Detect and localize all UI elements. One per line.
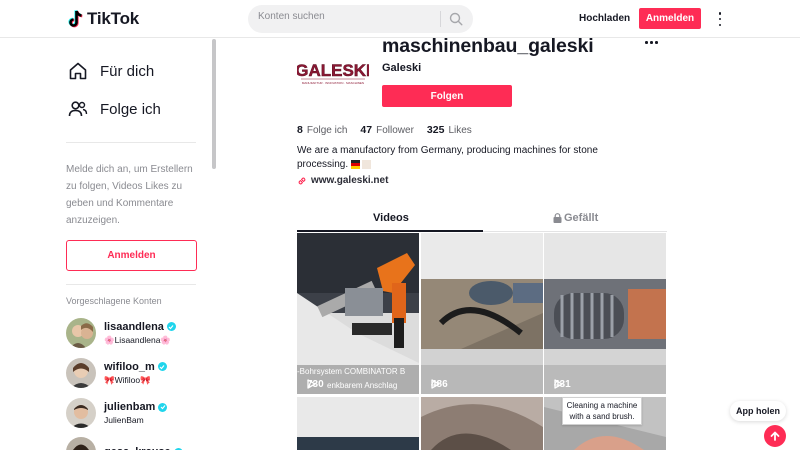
- suggested-account[interactable]: gesa_krause: [66, 437, 183, 450]
- verified-badge-icon: [166, 322, 176, 331]
- video-item[interactable]: [421, 397, 543, 450]
- avatar: [66, 318, 96, 348]
- get-app-button[interactable]: App holen: [730, 401, 786, 421]
- divider: [66, 142, 196, 143]
- profile-nickname: Galeski: [382, 62, 422, 74]
- active-tab-underline: [297, 230, 483, 232]
- video-caption: enkbarem Anschlag: [327, 381, 397, 390]
- view-count: 486: [431, 379, 448, 390]
- verified-badge-icon: [158, 402, 168, 412]
- search-bar: [248, 5, 473, 33]
- avatar: [66, 398, 96, 428]
- tab-videos[interactable]: Videos: [373, 212, 409, 224]
- lock-icon: [553, 213, 562, 223]
- account-username-row: gesa_krause: [104, 446, 183, 450]
- link-text: www.galeski.net: [311, 175, 389, 186]
- profile-logo-tagline: MANUFAKTUR · INNOVATION · MASCHINEN: [302, 81, 364, 85]
- video-caption: -Bohrsystem COMBINATOR B: [297, 367, 405, 376]
- search-button[interactable]: [446, 9, 466, 29]
- sidebar-scrollbar[interactable]: [212, 39, 216, 169]
- video-thumbnail: [421, 233, 543, 394]
- video-thumbnail: [297, 397, 419, 450]
- account-username: julienbam: [104, 401, 156, 413]
- play-icon: [431, 379, 440, 389]
- video-thumbnail: -Bohrsystem COMBINATOR B enkbarem Anschl…: [297, 233, 419, 394]
- video-item[interactable]: [297, 397, 419, 450]
- sidebar-item-label: Für dich: [100, 62, 155, 80]
- sidebar-login-button[interactable]: Anmelden: [66, 240, 197, 271]
- profile-avatar: GALESKI MANUFAKTUR · INNOVATION · MASCHI…: [295, 44, 371, 96]
- search-icon: [449, 12, 463, 26]
- account-username: gesa_krause: [104, 446, 171, 450]
- likes-count: 325 Likes: [426, 124, 472, 136]
- arrow-up-icon: [770, 431, 780, 441]
- sidebar-item-for-you[interactable]: Für dich: [68, 61, 154, 81]
- video-item[interactable]: 431: [544, 233, 666, 394]
- profile-username: maschinenbau_galeski: [382, 35, 594, 57]
- login-hint-text: Melde dich an, um Erstellern zu folgen, …: [66, 164, 193, 226]
- tab-liked-label: Gefällt: [564, 212, 599, 224]
- profile-tabs: Videos Gefällt: [297, 208, 667, 232]
- video-item[interactable]: 486: [421, 233, 543, 394]
- bio-text: We are a manufactory from Germany, produ…: [297, 145, 598, 170]
- verified-badge-icon: [157, 362, 167, 371]
- profile-logo-text: GALESKI: [297, 61, 369, 80]
- avatar: [66, 437, 96, 450]
- account-nickname: 🌸Lisaandlena🌸: [104, 334, 172, 345]
- link-icon: [298, 177, 306, 184]
- more-options-icon[interactable]: [714, 12, 726, 26]
- profile-link[interactable]: www.galeski.net: [297, 175, 388, 186]
- account-username-row: lisaandlena: [104, 321, 176, 333]
- tiktok-logo-icon: [68, 9, 83, 27]
- profile-stats: 8 Folge ich 47 Follower 325 Likes: [297, 124, 472, 136]
- view-count: 730: [307, 379, 324, 390]
- account-username-row: wifiloo_m: [104, 361, 167, 373]
- suggested-account[interactable]: julienbam JulienBam: [66, 398, 168, 428]
- account-username: lisaandlena: [104, 320, 164, 333]
- suggested-account[interactable]: lisaandlena 🌸Lisaandlena🌸: [66, 318, 176, 348]
- suggested-accounts-title: Vorgeschlagene Konten: [66, 296, 162, 306]
- sidebar-item-label: Folge ich: [100, 100, 161, 118]
- play-icon: [554, 379, 563, 389]
- view-count: 431: [554, 379, 571, 390]
- following-count[interactable]: 8 Folge ich: [297, 124, 347, 136]
- video-item[interactable]: -Bohrsystem COMBINATOR B enkbarem Anschl…: [297, 233, 419, 394]
- back-to-top-button[interactable]: [764, 425, 786, 447]
- profile-more-icon[interactable]: [645, 41, 658, 44]
- account-nickname: 🎀Wifiloo🎀: [104, 374, 151, 385]
- follow-button[interactable]: Folgen: [382, 85, 512, 107]
- followers-count[interactable]: 47 Follower: [360, 124, 413, 136]
- divider: [66, 284, 196, 285]
- header-login-button[interactable]: Anmelden: [639, 8, 701, 29]
- search-input[interactable]: [258, 11, 438, 22]
- tiktok-logo[interactable]: TikTok: [68, 9, 139, 29]
- top-bar: TikTok Hochladen Anmelden: [0, 0, 800, 38]
- play-icon: [307, 379, 316, 389]
- video-thumbnail: [421, 397, 543, 450]
- avatar: [66, 358, 96, 388]
- video-tooltip: Cleaning a machine with a sand brush.: [562, 397, 642, 425]
- tab-liked[interactable]: Gefällt: [553, 212, 598, 224]
- upload-link[interactable]: Hochladen: [579, 13, 630, 24]
- video-thumbnail: [544, 233, 666, 394]
- account-nickname: JulienBam: [104, 415, 144, 425]
- home-icon: [69, 62, 87, 80]
- sidebar: Für dich Folge ich Melde dich an, um Ers…: [0, 39, 216, 450]
- search-divider: [440, 11, 441, 27]
- profile-bio: We are a manufactory from Germany, produ…: [297, 144, 617, 172]
- following-icon: [68, 101, 88, 117]
- logo-text: TikTok: [87, 9, 140, 28]
- account-username: wifiloo_m: [104, 360, 155, 373]
- flag-icon: [350, 159, 371, 169]
- account-username-row: julienbam: [104, 401, 168, 413]
- suggested-account[interactable]: wifiloo_m 🎀Wifiloo🎀: [66, 358, 167, 388]
- sidebar-item-following[interactable]: Folge ich: [68, 99, 161, 119]
